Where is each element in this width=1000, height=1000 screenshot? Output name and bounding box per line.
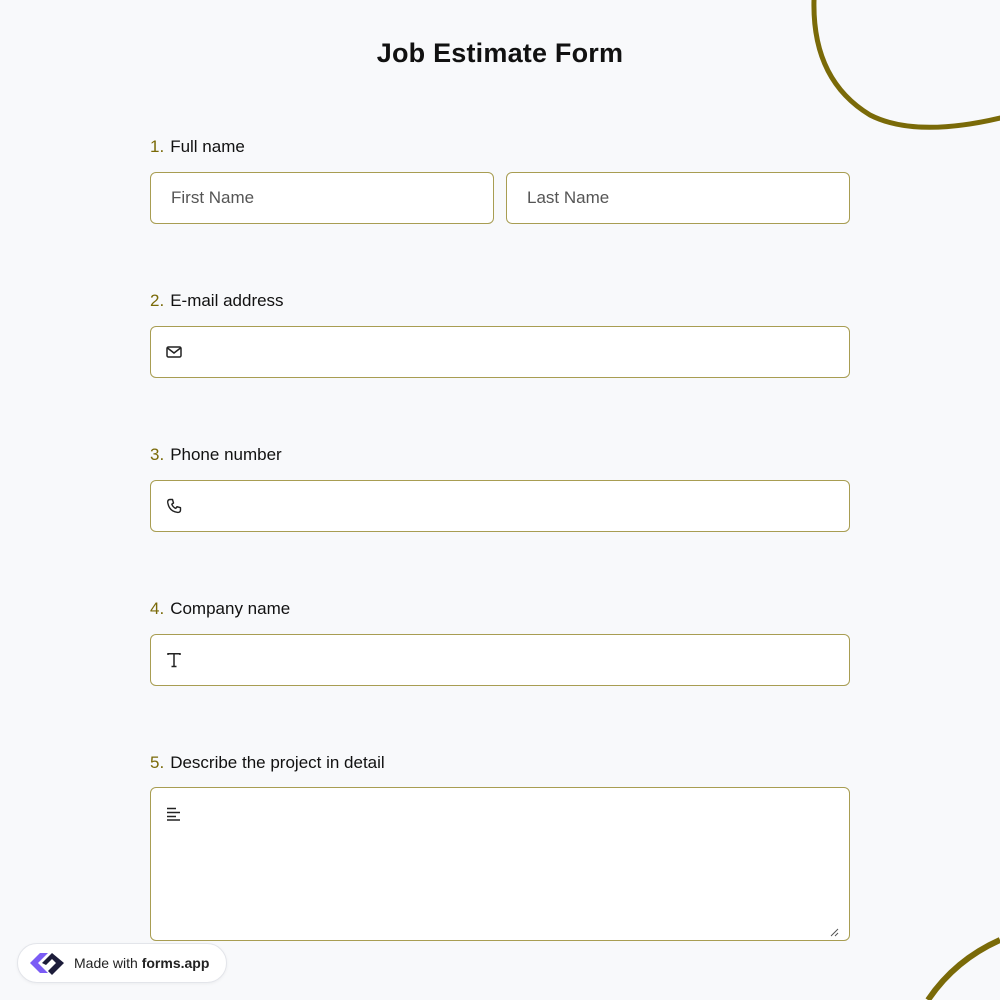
resize-handle-icon[interactable] [829, 922, 839, 937]
question-company: 4. Company name [150, 599, 290, 619]
phone-input[interactable] [195, 481, 837, 531]
question-phone: 3. Phone number [150, 445, 282, 465]
question-label: E-mail address [170, 291, 284, 310]
question-label: Company name [170, 599, 291, 618]
question-number: 3. [150, 445, 165, 464]
badge-text: Made with forms.app [74, 955, 209, 971]
email-input[interactable] [195, 327, 837, 377]
forms-app-logo-icon [26, 946, 68, 980]
first-name-input[interactable] [171, 173, 473, 223]
question-label: Phone number [170, 445, 282, 464]
question-label: Describe the project in detail [170, 753, 385, 772]
badge-brand: forms.app [141, 955, 210, 971]
company-input[interactable] [195, 635, 837, 685]
paragraph-icon [165, 805, 183, 823]
badge-prefix: Made with [74, 955, 142, 971]
company-field[interactable] [150, 634, 850, 686]
envelope-icon [165, 343, 183, 361]
question-label: Full name [170, 137, 245, 156]
email-field[interactable] [150, 326, 850, 378]
description-field[interactable] [150, 787, 850, 941]
made-with-badge[interactable]: Made with forms.app [17, 943, 227, 983]
phone-icon [165, 497, 183, 515]
phone-field[interactable] [150, 480, 850, 532]
question-number: 1. [150, 137, 165, 156]
last-name-input[interactable] [527, 173, 829, 223]
question-number: 4. [150, 599, 165, 618]
question-email: 2. E-mail address [150, 291, 284, 311]
question-description: 5. Describe the project in detail [150, 753, 385, 773]
question-number: 5. [150, 753, 165, 772]
form-title: Job Estimate Form [376, 38, 624, 68]
description-textarea[interactable] [195, 802, 837, 926]
text-type-icon [165, 651, 183, 669]
question-full-name: 1. Full name [150, 137, 245, 157]
first-name-field[interactable] [150, 172, 494, 224]
question-number: 2. [150, 291, 165, 310]
last-name-field[interactable] [506, 172, 850, 224]
